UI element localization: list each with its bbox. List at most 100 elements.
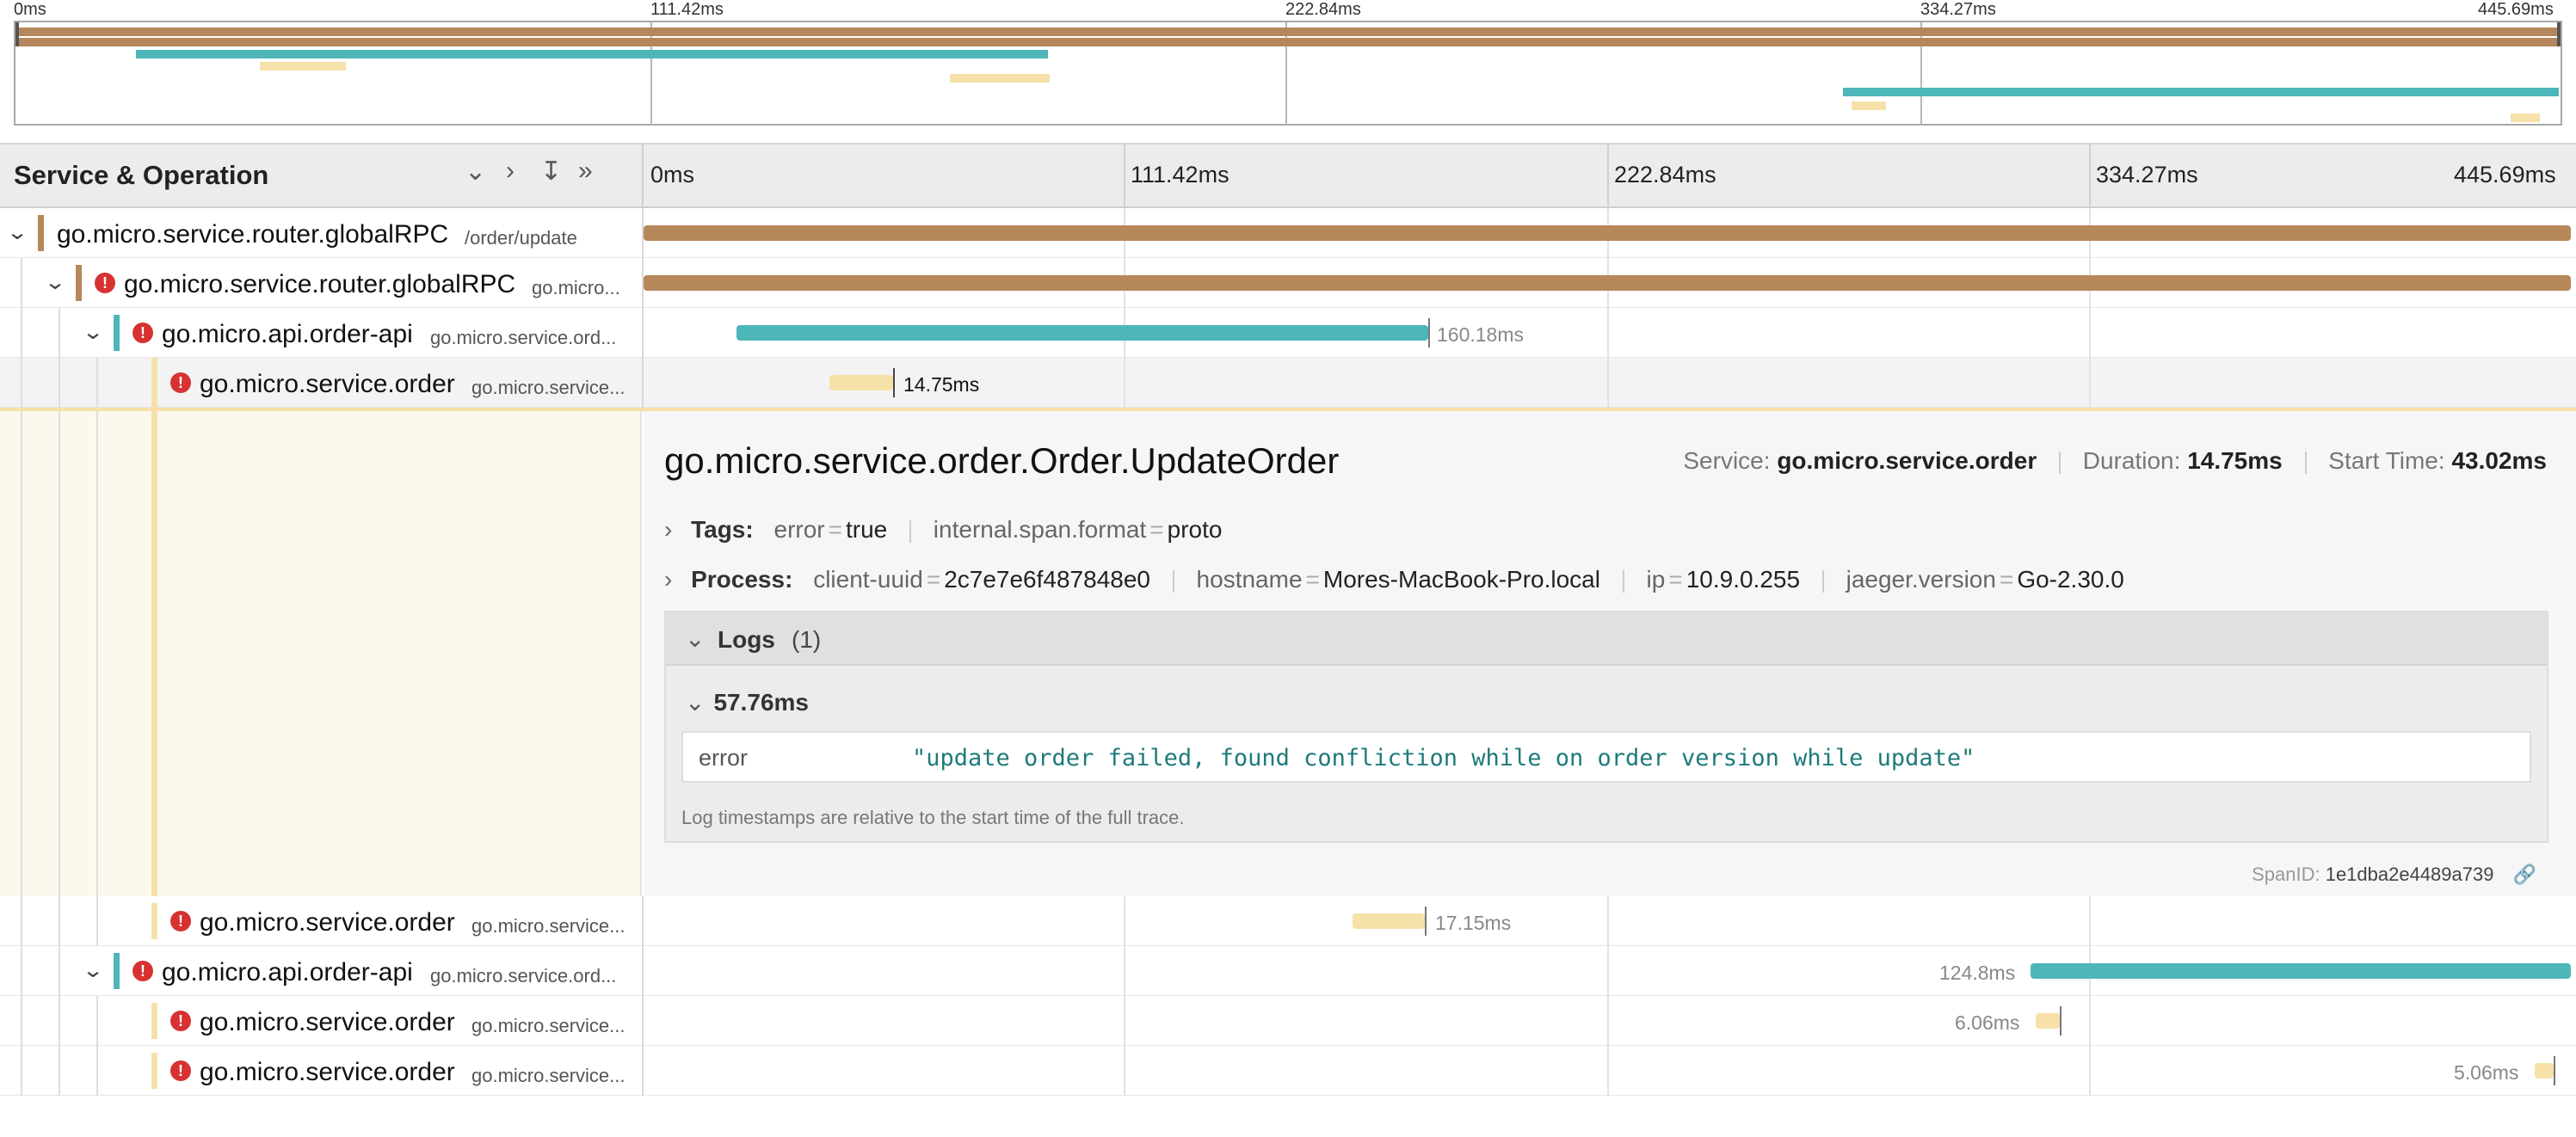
gridline — [2089, 308, 2091, 358]
service-color — [76, 265, 82, 301]
process-value: Go-2.30.0 — [2017, 566, 2124, 593]
minimap-span — [2511, 114, 2540, 122]
gridline — [1607, 358, 1609, 408]
chevron-down-icon[interactable]: ⌄ — [685, 689, 705, 716]
minimap-handle-left[interactable] — [15, 22, 19, 46]
service-name: go.micro.api.order-api — [162, 320, 413, 348]
span-id: SpanID: 1e1dba2e4489a739 🔗 — [2252, 864, 2536, 886]
process-row[interactable]: › Process: client-uuid = 2c7e7e6f487848e0 … — [664, 566, 2124, 593]
minimap-span — [260, 62, 346, 71]
duration-value: 14.75ms — [2187, 447, 2283, 474]
column-resizer[interactable] — [642, 144, 644, 210]
operation-name: go.micro.service... — [471, 1065, 626, 1086]
indent-guide — [59, 996, 60, 1046]
span-bar[interactable] — [829, 375, 893, 390]
span-bar[interactable] — [1353, 913, 1425, 929]
log-value: "update order failed, found confliction … — [912, 745, 1975, 771]
process-key: ip — [1646, 566, 1666, 593]
process-key: client-uuid — [813, 566, 923, 593]
indent-guide — [59, 1046, 60, 1096]
span-bar[interactable] — [644, 275, 2571, 291]
service-color — [151, 1053, 157, 1089]
span-bar[interactable] — [2031, 963, 2571, 979]
chevron-down-icon[interactable]: ⌄ — [6, 220, 28, 245]
gridline — [1607, 1046, 1609, 1096]
chevron-down-icon[interactable]: ⌄ — [44, 270, 66, 295]
service-name: go.micro.api.order-api — [162, 958, 413, 986]
expand-one-icon[interactable]: › — [506, 157, 515, 186]
indent-guide — [96, 411, 98, 896]
divider — [642, 996, 644, 1046]
separator — [1821, 569, 1824, 593]
expand-all-icon[interactable]: » — [578, 157, 593, 186]
indent-guide — [59, 896, 60, 946]
log-timestamp: 57.76ms — [713, 689, 810, 716]
chevron-right-icon[interactable]: › — [664, 566, 672, 593]
span-row[interactable]: ! go.micro.service.order go.micro.servic… — [0, 896, 2576, 946]
span-row[interactable]: ⌄ ! go.micro.service.router.globalRPC go… — [0, 258, 2576, 308]
operation-title: go.micro.service.order.Order.UpdateOrder — [664, 440, 1340, 481]
span-row[interactable]: ⌄ ! go.micro.api.order-api go.micro.serv… — [0, 946, 2576, 996]
divider — [642, 896, 644, 946]
divider — [642, 358, 644, 408]
indent-guide — [96, 358, 98, 408]
span-end-marker — [1425, 907, 1427, 936]
chevron-down-icon[interactable]: ⌄ — [685, 624, 705, 653]
gridline — [2089, 896, 2091, 946]
header-tick: 111.42ms — [1131, 162, 1229, 187]
gridline — [2089, 358, 2091, 408]
error-icon: ! — [170, 372, 191, 393]
span-end-marker — [2554, 1056, 2555, 1085]
service-color — [114, 953, 120, 989]
indent-guide — [21, 308, 22, 358]
collapse-one-icon[interactable]: ⌄ — [465, 157, 486, 187]
tags-label: Tags: — [691, 516, 754, 543]
link-icon[interactable]: 🔗 — [2513, 864, 2536, 885]
span-row[interactable]: ! go.micro.service.order go.micro.servic… — [0, 996, 2576, 1046]
log-key: error — [699, 745, 749, 771]
span-row[interactable]: ⌄ go.micro.service.router.globalRPC /ord… — [0, 208, 2576, 258]
gridline — [2089, 996, 2091, 1046]
operation-name: go.micro.service... — [471, 915, 626, 937]
process-key: jaeger.version — [1846, 566, 1996, 593]
indent-guide — [96, 1046, 98, 1096]
equals: = — [1305, 566, 1320, 593]
error-icon: ! — [132, 323, 153, 343]
minimap-ticks: 0ms 111.42ms 222.84ms 334.27ms 445.69ms — [0, 0, 2576, 21]
logs-section: ⌄ Logs (1) ⌄ 57.76ms error "update order … — [664, 611, 2548, 843]
log-entry-header[interactable]: ⌄ 57.76ms — [685, 688, 809, 716]
span-bar[interactable] — [736, 325, 1428, 341]
gridline — [1124, 1046, 1125, 1096]
span-bar[interactable] — [2535, 1063, 2554, 1079]
logs-header[interactable]: ⌄ Logs (1) — [666, 612, 2547, 666]
equals: = — [926, 566, 941, 593]
chevron-down-icon[interactable]: ⌄ — [82, 320, 104, 345]
start-value: 43.02ms — [2451, 447, 2547, 474]
span-bar[interactable] — [2036, 1013, 2060, 1029]
span-end-marker — [2060, 1006, 2061, 1036]
indent-guide — [59, 358, 60, 408]
indent-guide — [21, 946, 22, 996]
chevron-right-icon[interactable]: › — [664, 516, 672, 543]
minimap-handle-right[interactable] — [2557, 22, 2561, 46]
divider — [642, 308, 644, 358]
process-label: Process: — [691, 566, 793, 593]
divider — [642, 946, 644, 996]
timeline-header: Service & Operation ⌄ › ↧ » 0ms 111.42ms… — [0, 143, 2576, 210]
span-row-selected[interactable]: ! go.micro.service.order go.micro.servic… — [0, 358, 2576, 408]
span-row[interactable]: ⌄ ! go.micro.api.order-api go.micro.serv… — [0, 308, 2576, 358]
span-row[interactable]: ! go.micro.service.order go.micro.servic… — [0, 1046, 2576, 1096]
span-detail: go.micro.service.order.Order.UpdateOrder… — [0, 408, 2576, 896]
chevron-down-icon[interactable]: ⌄ — [82, 958, 104, 983]
detail-indent-area — [0, 411, 642, 896]
minimap-span — [136, 50, 1048, 58]
collapse-all-icon[interactable]: ↧ — [540, 157, 562, 187]
detail-content: go.micro.service.order.Order.UpdateOrder… — [644, 411, 2576, 896]
tags-row[interactable]: › Tags: error = true internal.span.format =… — [664, 516, 1222, 544]
equals: = — [1999, 566, 2014, 593]
indent-guide — [21, 358, 22, 408]
duration-label: Duration: — [2082, 447, 2181, 474]
span-bar[interactable] — [644, 225, 2571, 241]
trace-minimap[interactable] — [14, 21, 2562, 126]
indent-guide — [21, 1046, 22, 1096]
